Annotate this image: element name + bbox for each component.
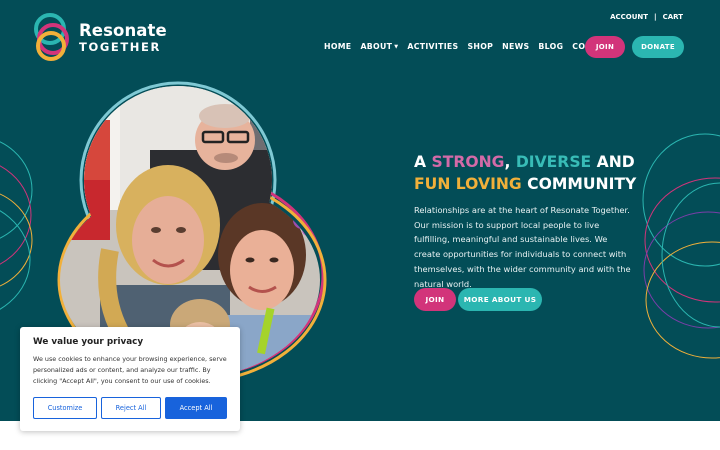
nav-join-button[interactable]: JOIN xyxy=(585,36,625,58)
cookie-buttons: Customize Reject All Accept All xyxy=(33,397,227,419)
cart-link[interactable]: CART xyxy=(663,13,683,21)
more-about-us-button[interactable]: MORE ABOUT US xyxy=(458,288,542,311)
decorative-rings-left xyxy=(0,141,33,310)
heading-and: AND xyxy=(591,153,635,171)
nav-home[interactable]: HOME xyxy=(324,42,351,51)
hero-heading-line2: FUN LOVING COMMUNITY xyxy=(414,173,636,195)
heading-a: A xyxy=(414,153,432,171)
nav-activities[interactable]: ACTIVITIES xyxy=(407,42,458,51)
logo-text-resonate: Resonate xyxy=(79,21,167,40)
cookie-text: We use cookies to enhance your browsing … xyxy=(33,355,227,385)
account-link[interactable]: ACCOUNT xyxy=(610,13,648,21)
nav-about-label: ABOUT xyxy=(360,42,393,51)
logo-text-together: TOGETHER xyxy=(79,40,161,54)
heading-comma: , xyxy=(504,153,516,171)
utility-nav: ACCOUNT | CART xyxy=(610,13,683,21)
hero-join-button[interactable]: JOIN xyxy=(414,288,456,311)
cookie-customize-button[interactable]: Customize xyxy=(33,397,97,419)
cookie-accept-button[interactable]: Accept All xyxy=(165,397,227,419)
cookie-reject-button[interactable]: Reject All xyxy=(101,397,161,419)
heading-diverse: DIVERSE xyxy=(515,153,592,171)
utility-separator: | xyxy=(654,13,657,21)
hero-heading-line1: A STRONG, DIVERSE AND xyxy=(414,151,636,173)
nav-blog[interactable]: BLOG xyxy=(538,42,563,51)
main-nav: HOME ABOUT ▼ ACTIVITIES SHOP NEWS BLOG C… xyxy=(324,42,615,51)
nav-shop[interactable]: SHOP xyxy=(467,42,493,51)
cookie-title: We value your privacy xyxy=(33,337,144,347)
nav-donate-button[interactable]: DONATE xyxy=(632,36,684,58)
heading-fun-loving: FUN LOVING xyxy=(414,175,522,193)
site-logo[interactable]: Resonate TOGETHER xyxy=(31,12,167,62)
heading-strong: STRONG xyxy=(431,153,505,171)
logo-rings-icon xyxy=(34,13,69,61)
nav-about[interactable]: ABOUT ▼ xyxy=(360,42,398,51)
cookie-consent-banner: We value your privacy We use cookies to … xyxy=(20,327,240,431)
heading-community: COMMUNITY xyxy=(521,175,637,193)
nav-news[interactable]: NEWS xyxy=(502,42,529,51)
hero-heading: A STRONG, DIVERSE AND FUN LOVING COMMUNI… xyxy=(414,151,636,195)
hero-paragraph: Relationships are at the heart of Resona… xyxy=(414,205,631,289)
caret-down-icon: ▼ xyxy=(394,43,399,50)
